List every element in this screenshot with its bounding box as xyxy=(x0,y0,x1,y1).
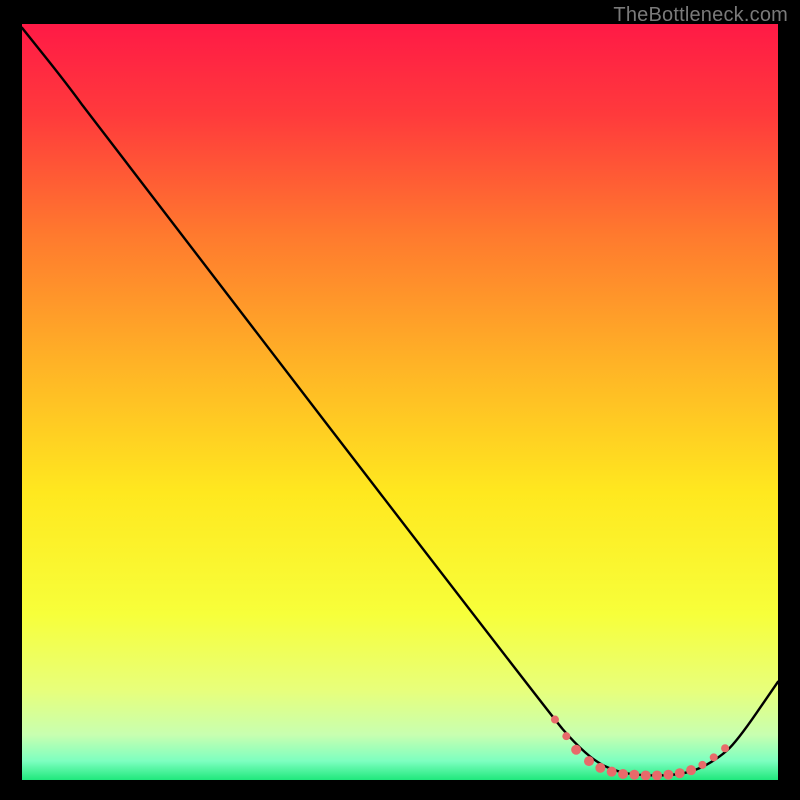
marker-dot xyxy=(618,769,628,779)
marker-dot xyxy=(571,745,581,755)
gradient-background xyxy=(22,24,778,780)
marker-dot xyxy=(641,770,651,780)
marker-dot xyxy=(607,767,617,777)
marker-dot xyxy=(584,756,594,766)
marker-dot xyxy=(629,770,639,780)
marker-dot xyxy=(698,761,706,769)
marker-dot xyxy=(663,770,673,780)
marker-dot xyxy=(710,753,718,761)
marker-dot xyxy=(595,763,605,773)
plot-area xyxy=(22,24,778,780)
chart-container: TheBottleneck.com xyxy=(0,0,800,800)
marker-dot xyxy=(562,732,570,740)
marker-dot xyxy=(675,768,685,778)
marker-dot xyxy=(686,765,696,775)
marker-dot xyxy=(721,744,729,752)
marker-dot xyxy=(551,716,559,724)
marker-dot xyxy=(652,770,662,780)
bottleneck-chart xyxy=(22,24,778,780)
